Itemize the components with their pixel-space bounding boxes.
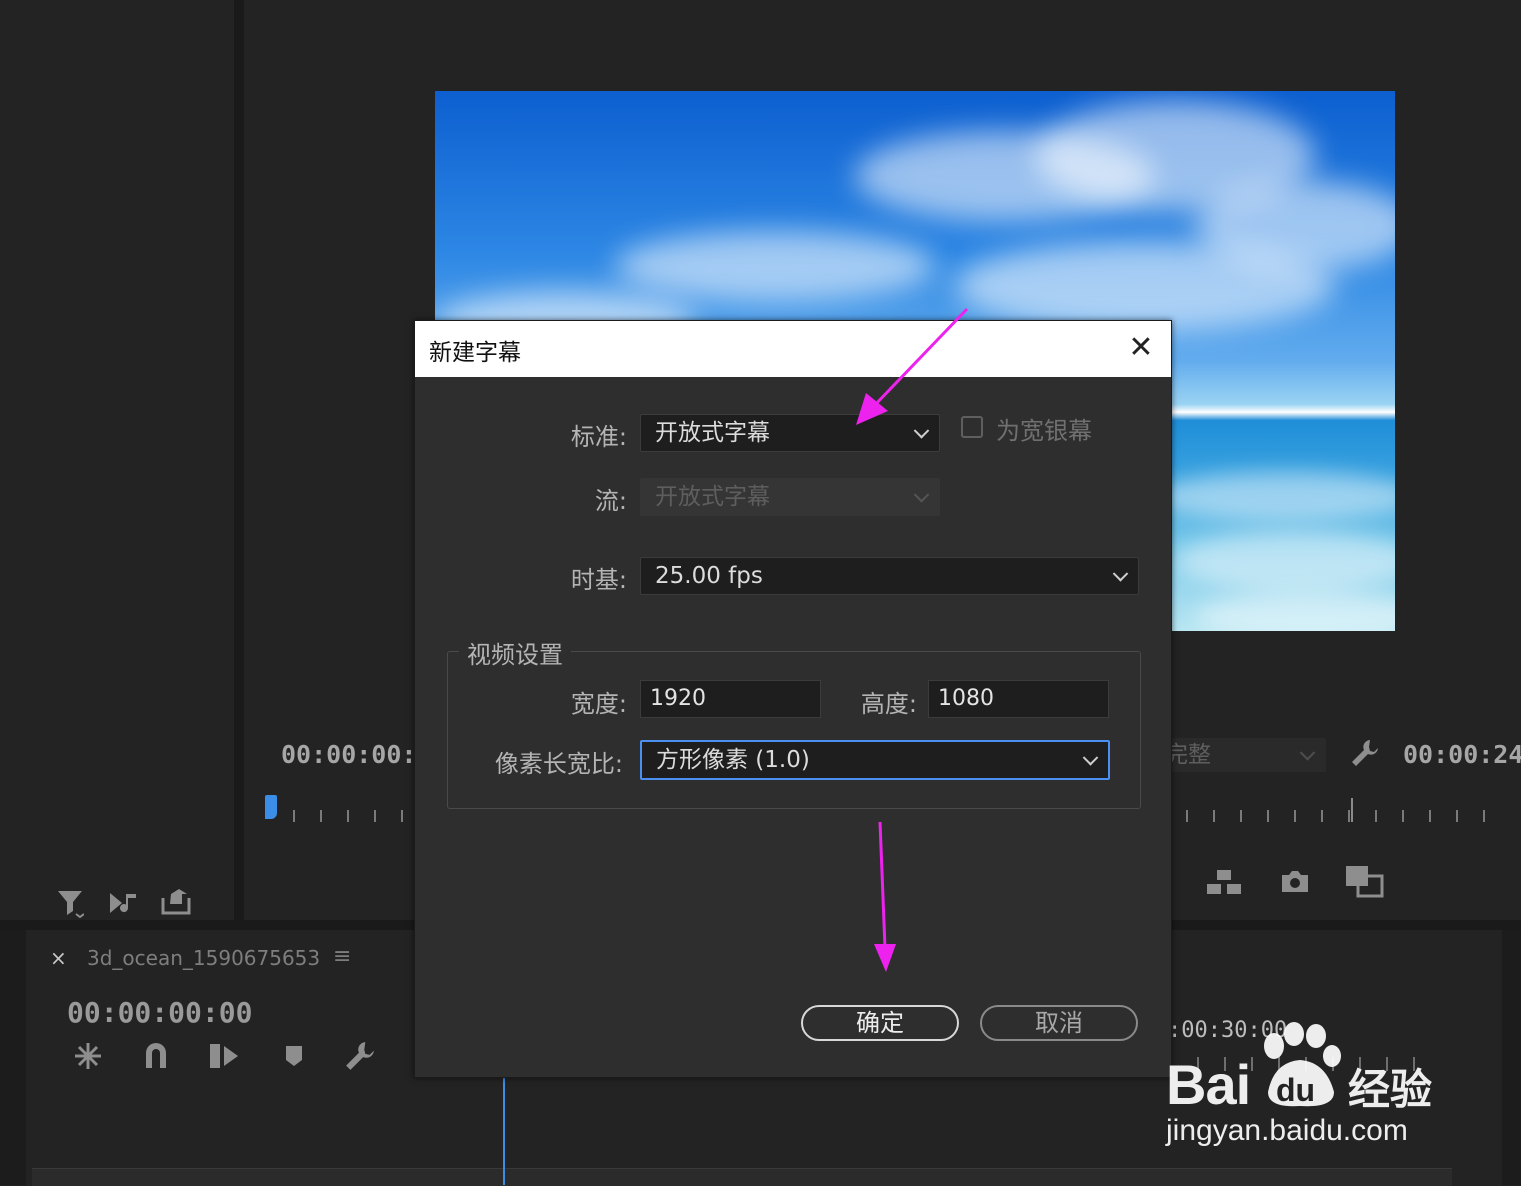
baidu-jingyan-watermark: Bai du 经验 jingyan.baidu.com (1166, 1022, 1446, 1152)
height-label: 高度: (860, 690, 917, 718)
add-marker-icon[interactable] (284, 1044, 304, 1072)
chevron-down-icon (1299, 745, 1316, 761)
tools-panel (0, 930, 26, 1185)
cancel-button[interactable]: 取消 (980, 1005, 1138, 1041)
insert-icon[interactable] (1205, 868, 1245, 900)
pixel-aspect-ratio-label: 像素长宽比: (494, 750, 623, 778)
chevron-down-icon (1082, 750, 1099, 766)
timeline-track-header (32, 1168, 1452, 1186)
camera-icon[interactable] (1280, 868, 1310, 898)
stream-select-value: 开放式字幕 (655, 484, 770, 510)
monitor-ruler[interactable] (293, 810, 413, 822)
new-caption-dialog: 新建字幕 ✕ 标准: 开放式字幕 为宽银幕 流: 开放式字幕 时基: 25.00… (414, 320, 1172, 1078)
snap-magnet-icon[interactable] (142, 1040, 170, 1074)
ok-button[interactable]: 确定 (801, 1005, 959, 1041)
watermark-brand-du: du (1276, 1072, 1316, 1108)
audio-meter-panel (1502, 930, 1521, 1185)
stream-select[interactable]: 开放式字幕 (640, 478, 940, 516)
timebase-label: 时基: (570, 566, 627, 594)
watermark-url: jingyan.baidu.com (1166, 1114, 1408, 1147)
watermark-brand-tail: 经验 (1348, 1065, 1433, 1114)
height-input[interactable]: 1080 (928, 680, 1109, 718)
video-settings-legend: 视频设置 (459, 635, 571, 670)
ruler-major-tick (1351, 798, 1353, 822)
timebase-select-value: 25.00 fps (655, 563, 763, 589)
width-input[interactable]: 1920 (640, 680, 821, 718)
linked-selection-icon[interactable] (208, 1040, 240, 1076)
panel-menu-icon[interactable]: ≡ (333, 944, 351, 969)
timeline-playhead-line[interactable] (503, 1074, 505, 1185)
play-audio-icon[interactable] (108, 890, 140, 920)
chevron-down-icon (913, 487, 930, 503)
dialog-titlebar[interactable]: 新建字幕 ✕ (415, 321, 1171, 377)
wrench-icon[interactable] (1350, 738, 1380, 772)
video-settings-group (447, 651, 1141, 809)
standard-select-value: 开放式字幕 (655, 420, 770, 446)
annotation-arrow-icon (874, 821, 896, 972)
export-icon[interactable] (160, 888, 192, 920)
sequence-tab-name[interactable]: 3d_ocean_1590675653 (87, 946, 320, 970)
watermark-brand: Bai (1166, 1053, 1251, 1116)
annotation-arrow-icon (856, 307, 969, 425)
chevron-down-icon (1112, 566, 1129, 582)
timebase-select[interactable]: 25.00 fps (640, 557, 1139, 595)
standard-label: 标准: (570, 423, 627, 451)
sequence-tab-close[interactable]: × (50, 946, 67, 970)
monitor-ruler-right[interactable] (1186, 810, 1506, 822)
pixel-aspect-ratio-value: 方形像素 (1.0) (656, 747, 810, 773)
nest-icon[interactable] (72, 1040, 104, 1076)
monitor-current-timecode[interactable]: 00:00:00:0 (281, 740, 432, 769)
widescreen-label: 为宽银幕 (996, 417, 1092, 445)
timeline-settings-wrench-icon[interactable] (344, 1040, 376, 1076)
filter-icon[interactable] (56, 888, 85, 924)
close-icon[interactable]: ✕ (1125, 333, 1157, 365)
compare-view-icon[interactable] (1344, 864, 1384, 902)
width-label: 宽度: (570, 690, 627, 718)
monitor-playhead[interactable] (265, 795, 277, 819)
pixel-aspect-ratio-select[interactable]: 方形像素 (1.0) (640, 740, 1110, 780)
dialog-title: 新建字幕 (429, 340, 521, 366)
monitor-duration-timecode: 00:00:24: (1403, 740, 1521, 769)
timeline-timecode[interactable]: 00:00:00:00 (67, 996, 252, 1029)
resolution-select[interactable]: 完整 (1150, 738, 1326, 772)
project-panel (0, 0, 234, 920)
panel-divider[interactable] (234, 0, 244, 920)
stream-label: 流: (594, 487, 627, 515)
